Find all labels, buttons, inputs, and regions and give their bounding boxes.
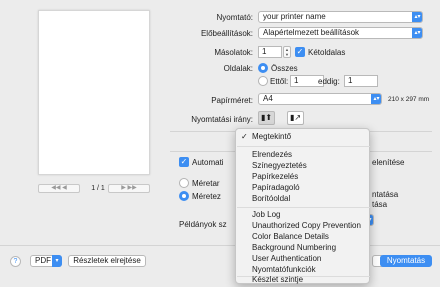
pdf-label: PDF xyxy=(35,256,51,265)
auto-checkbox[interactable]: ✓ xyxy=(179,157,189,167)
preview-next-buttons[interactable]: ▶ ▶▶ xyxy=(108,184,150,193)
hide-details-button[interactable]: Részletek elrejtése xyxy=(68,255,146,267)
chevron-updown-icon: ▴▾ xyxy=(412,28,422,38)
paper-size-value: A4 xyxy=(263,94,273,103)
menu-item-unauthorized-copy-prevention[interactable]: Unauthorized Copy Prevention xyxy=(252,221,361,231)
paper-size-select[interactable]: A4 ▴▾ xyxy=(258,93,382,105)
scale-radio-1[interactable] xyxy=(179,178,189,188)
presets-select[interactable]: Alapértelmezett beállítások ▴▾ xyxy=(258,27,423,39)
menu-separator xyxy=(237,146,370,147)
menu-item-layout[interactable]: Elrendezés xyxy=(252,150,292,160)
menu-item-cover-page[interactable]: Borítóoldal xyxy=(252,194,290,204)
checkmark-icon: ✓ xyxy=(241,132,248,141)
two-sided-checkbox[interactable]: ✓ xyxy=(295,47,305,57)
printer-select-value: your printer name xyxy=(263,12,326,21)
help-button[interactable]: ? xyxy=(10,256,21,267)
pages-per-sheet-label: Példányok sz xyxy=(179,220,227,229)
pages-fragment: tása xyxy=(372,200,388,209)
copies-field[interactable]: 1 xyxy=(258,46,282,58)
menu-item-paper-handling[interactable]: Papírkezelés xyxy=(252,172,298,182)
scale-radio-2[interactable] xyxy=(179,191,189,201)
menu-item-paper-feed[interactable]: Papíradagoló xyxy=(252,183,300,193)
footer-separator xyxy=(0,245,440,246)
page-indicator: 1 / 1 xyxy=(91,185,105,192)
pages-label: Oldalak: xyxy=(223,64,253,73)
pdf-menu-button[interactable]: PDF ▾ xyxy=(30,255,62,267)
menu-item-background-numbering[interactable]: Background Numbering xyxy=(252,243,336,253)
portrait-orientation-button[interactable]: ▮⬆ xyxy=(258,111,275,125)
paper-size-label: Papírméret: xyxy=(211,96,253,105)
two-sided-label: Kétoldalas xyxy=(308,48,346,57)
panel-dropdown-menu: ✓ Megtekintő Elrendezés Színegyeztetés P… xyxy=(235,128,370,284)
menu-item-supply-levels[interactable]: Készlet szintje xyxy=(252,275,303,285)
portrait-icon: ▮⬆ xyxy=(260,113,273,122)
menu-item-printer-features[interactable]: Nyomtatófunkciók xyxy=(252,265,316,275)
printer-select[interactable]: your printer name ▴▾ xyxy=(258,11,423,23)
print-button[interactable]: Nyomtatás xyxy=(380,255,432,267)
pages-to-label: eddig: xyxy=(318,77,340,86)
pages-range-radio[interactable] xyxy=(258,76,268,86)
copies-label: Másolatok: xyxy=(214,48,253,57)
printer-label: Nyomtató: xyxy=(216,13,253,22)
landscape-orientation-button[interactable]: ▮↗ xyxy=(287,111,304,125)
auto-label: Automati xyxy=(192,158,224,167)
pages-all-label: Összes xyxy=(271,64,298,73)
landscape-icon: ▮↗ xyxy=(289,113,302,122)
pages-to-field[interactable]: 1 xyxy=(344,75,378,87)
pages-all-radio[interactable] xyxy=(258,63,268,73)
menu-item-color-balance-details[interactable]: Color Balance Details xyxy=(252,232,329,242)
print-fragment: ntatása xyxy=(372,190,399,199)
presets-label: Előbeállítások: xyxy=(200,29,253,38)
menu-item-user-authentication[interactable]: User Authentication xyxy=(252,254,321,264)
menu-item-viewer[interactable]: Megtekintő xyxy=(252,132,291,142)
copies-stepper[interactable]: ▲ ▼ xyxy=(283,46,291,58)
chevron-updown-icon: ▴▾ xyxy=(412,12,422,22)
menu-item-job-log[interactable]: Job Log xyxy=(252,210,280,220)
pages-from-label: Ettől: xyxy=(270,77,289,86)
menu-item-color-matching[interactable]: Színegyeztetés xyxy=(252,161,307,171)
paper-dimensions: 210 x 297 mm xyxy=(388,96,430,103)
presets-select-value: Alapértelmezett beállítások xyxy=(263,28,360,37)
menu-separator xyxy=(237,207,370,208)
scale-label-1: Méretar xyxy=(192,179,220,188)
orientation-label: Nyomtatási irány: xyxy=(191,115,253,124)
preview-prev-buttons[interactable]: ◀◀ ◀ xyxy=(38,184,80,193)
chevron-down-icon: ▾ xyxy=(52,255,62,267)
show-label-fragment: elenítése xyxy=(372,158,405,167)
scale-label-2: Méretez xyxy=(192,192,221,201)
chevron-updown-icon: ▴▾ xyxy=(371,94,381,104)
